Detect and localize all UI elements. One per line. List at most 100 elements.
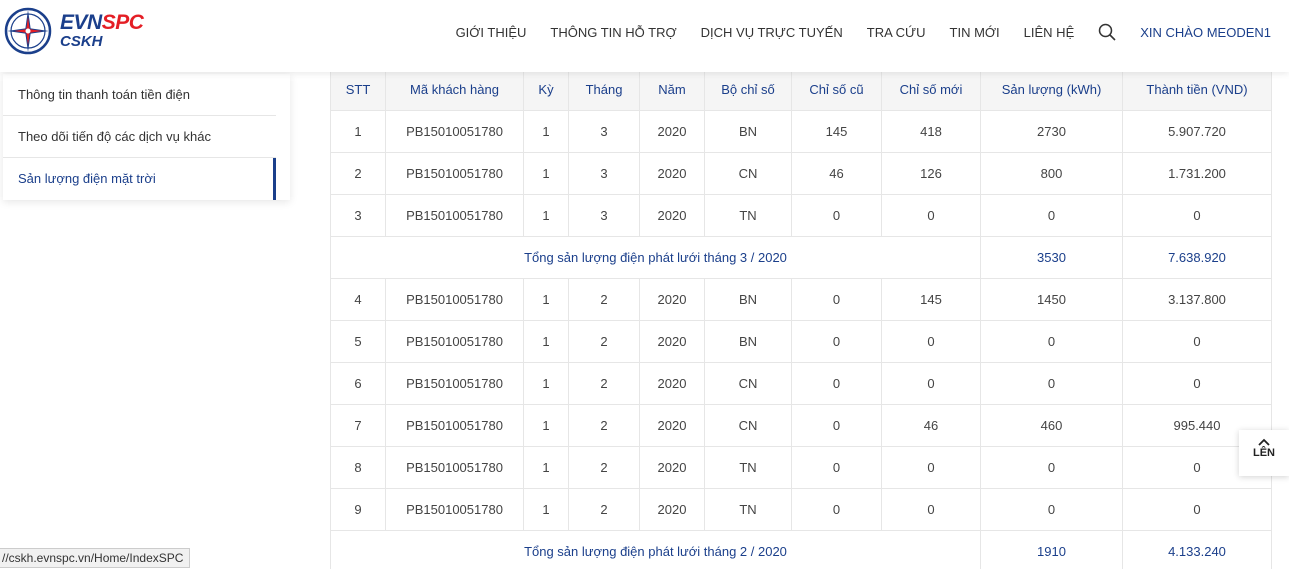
column-header: Mã khách hàng [385,68,524,111]
main-nav: GIỚI THIỆU THÔNG TIN HỖ TRỢ DỊCH VỤ TRỰC… [432,0,1271,64]
nav-tin-moi[interactable]: TIN MỚI [950,25,1000,40]
table-row: 9 PB15010051780 1 2 2020 TN 0 0 0 0 [330,488,1272,531]
table-cell: 0 [791,194,882,237]
brand-evn: EVN [60,11,102,34]
table-cell: 2020 [639,320,705,363]
table-cell: 0 [791,362,882,405]
table-cell: 2020 [639,404,705,447]
sidebar-item-theo-doi-dich-vu[interactable]: Theo dõi tiến độ các dịch vụ khác [3,116,276,158]
table-cell: 3 [568,152,640,195]
sidebar-menu: Thông tin thanh toán tiền điện Theo dõi … [3,74,290,200]
table-cell: 145 [881,278,981,321]
table-cell: BN [704,110,792,153]
table-cell: 2 [568,278,640,321]
table-cell: 0 [881,446,981,489]
solar-output-table: STT Mã khách hàng Kỳ Tháng Năm Bộ chỉ số Chỉ s… [330,68,1272,569]
table-cell: 0 [980,362,1123,405]
table-cell: 126 [881,152,981,195]
back-to-top-label: LÊN [1253,447,1275,459]
table-row: 4 PB15010051780 1 2 2020 BN 0 145 1450 3.137.800 [330,278,1272,321]
table-cell: 1 [523,152,569,195]
table-cell: 2020 [639,152,705,195]
table-cell: TN [704,488,792,531]
total-label: Tổng sản lượng điện phát lưới tháng 3 / … [330,236,981,279]
table-row: 3 PB15010051780 1 3 2020 TN 0 0 0 0 [330,194,1272,237]
table-cell: 1 [523,278,569,321]
nav-gioi-thieu[interactable]: GIỚI THIỆU [456,25,527,40]
table-cell: 1 [523,110,569,153]
table-cell: 0 [881,194,981,237]
column-header: Chỉ số cũ [791,68,882,111]
table-cell: 2 [568,320,640,363]
table-cell: 2020 [639,110,705,153]
column-header: Sản lượng (kWh) [980,68,1123,111]
total-kwh: 3530 [980,236,1123,279]
table-row: 7 PB15010051780 1 2 2020 CN 0 46 460 995.440 [330,404,1272,447]
table-cell: PB15010051780 [385,278,524,321]
table-cell: 418 [881,110,981,153]
table-cell: BN [704,320,792,363]
evn-logo-icon[interactable] [4,7,52,55]
table-cell: PB15010051780 [385,446,524,489]
table-cell: 145 [791,110,882,153]
table-cell: 1.731.200 [1122,152,1272,195]
table-cell: 0 [980,446,1123,489]
brand-cskh: CSKH [60,33,103,50]
table-cell: PB15010051780 [385,110,524,153]
table-cell: 1 [523,362,569,405]
table-cell: 2020 [639,362,705,405]
table-cell: CN [704,362,792,405]
table-cell: 4 [330,278,386,321]
nav-dich-vu-truc-tuyen[interactable]: DỊCH VỤ TRỰC TUYẾN [701,25,843,40]
table-cell: 2 [568,488,640,531]
brand-wordmark[interactable]: EVNSPC CSKH [60,11,144,50]
table-cell: TN [704,194,792,237]
table-cell: 0 [1122,488,1272,531]
table-cell: BN [704,278,792,321]
table-cell: 7 [330,404,386,447]
table-cell: CN [704,404,792,447]
table-cell: PB15010051780 [385,194,524,237]
table-cell: 9 [330,488,386,531]
table-cell: 1 [523,320,569,363]
table-cell: 1 [523,446,569,489]
table-cell: 2 [568,446,640,489]
table-cell: PB15010051780 [385,362,524,405]
table-cell: TN [704,446,792,489]
table-row: 6 PB15010051780 1 2 2020 CN 0 0 0 0 [330,362,1272,405]
table-cell: 2020 [639,446,705,489]
table-row: 1 PB15010051780 1 3 2020 BN 145 418 2730 5.907.72… [330,110,1272,153]
table-cell: 0 [791,446,882,489]
nav-lien-he[interactable]: LIÊN HỆ [1024,25,1075,40]
brand-spc: SPC [101,11,144,34]
table-row: 2 PB15010051780 1 3 2020 CN 46 126 800 1.731.200 [330,152,1272,195]
table-cell: 3 [568,194,640,237]
nav-thong-tin-ho-tro[interactable]: THÔNG TIN HỖ TRỢ [550,25,676,40]
table-cell: 0 [1122,194,1272,237]
search-icon[interactable] [1098,23,1116,41]
table-cell: 2020 [639,278,705,321]
table-cell: 800 [980,152,1123,195]
column-header: Bộ chỉ số [704,68,792,111]
chevron-up-icon [1258,438,1270,446]
table-cell: 0 [881,362,981,405]
nav-tra-cuu[interactable]: TRA CỨU [867,25,926,40]
total-amount: 4.133.240 [1122,530,1272,569]
column-header: Chỉ số mới [881,68,981,111]
user-greeting-link[interactable]: XIN CHÀO MEODEN1 [1140,25,1271,40]
table-cell: PB15010051780 [385,404,524,447]
table-cell: 0 [791,404,882,447]
sidebar-item-san-luong-mat-troi[interactable]: Sản lượng điện mặt trời [3,158,276,200]
table-body: 1 PB15010051780 1 3 2020 BN 145 418 2730 5.907.72… [330,110,1272,569]
table-cell: PB15010051780 [385,488,524,531]
table-cell: 0 [881,488,981,531]
table-total-row: Tổng sản lượng điện phát lưới tháng 3 / … [330,236,1272,279]
solar-output-table-container: STT Mã khách hàng Kỳ Tháng Năm Bộ chỉ số Chỉ s… [330,68,1272,569]
table-cell: 1 [523,404,569,447]
sidebar-item-thanh-toan[interactable]: Thông tin thanh toán tiền điện [3,74,276,116]
table-cell: 0 [881,320,981,363]
table-row: 5 PB15010051780 1 2 2020 BN 0 0 0 0 [330,320,1272,363]
table-cell: PB15010051780 [385,152,524,195]
back-to-top-button[interactable]: LÊN [1239,430,1289,476]
table-cell: 6 [330,362,386,405]
